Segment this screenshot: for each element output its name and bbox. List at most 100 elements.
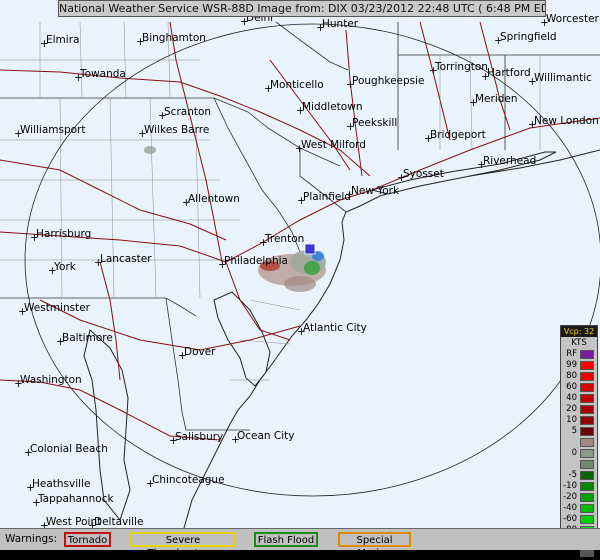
svg-text:New York: New York	[351, 185, 400, 197]
svg-text:Heathsville: Heathsville	[32, 478, 90, 490]
tornado-warning-button[interactable]: Tornado	[64, 532, 111, 547]
svg-text:York: York	[53, 261, 77, 273]
legend-swatch	[580, 493, 594, 502]
svg-text:West Milford: West Milford	[301, 139, 366, 151]
legend-swatch	[580, 460, 594, 469]
svg-text:Bridgeport: Bridgeport	[430, 129, 486, 141]
svg-text:Middletown: Middletown	[302, 101, 362, 113]
legend-label: -5	[568, 470, 577, 480]
legend-row: 80	[561, 371, 597, 382]
legend-label: 20	[566, 404, 577, 414]
legend-label: 0	[571, 448, 577, 458]
svg-text:New London: New London	[534, 115, 599, 127]
warnings-label: Warnings:	[5, 533, 58, 545]
svg-text:Springfield: Springfield	[500, 31, 557, 43]
svg-text:Tappahannock: Tappahannock	[37, 493, 114, 505]
svg-text:Meriden: Meriden	[475, 93, 518, 105]
legend-swatch	[580, 383, 594, 392]
svg-text:Trenton: Trenton	[264, 233, 304, 245]
svg-text:Hartford: Hartford	[487, 67, 531, 79]
legend-label: 80	[566, 371, 577, 381]
svg-text:Baltimore: Baltimore	[62, 332, 113, 344]
svg-text:Poughkeepsie: Poughkeepsie	[352, 75, 425, 87]
radar-site-icon	[304, 243, 316, 255]
svg-text:Hunter: Hunter	[322, 18, 359, 30]
flash-flood-warning-button[interactable]: Flash Flood	[254, 532, 318, 547]
legend-label: -60	[563, 514, 577, 524]
velocity-legend: Vcp: 32 KTS RF 99 80 60 40 20 10 5 0 -5 -10 -20 -40-…	[560, 325, 598, 557]
legend-label: 60	[566, 382, 577, 392]
legend-swatch	[580, 350, 594, 359]
legend-row: RF	[561, 349, 597, 360]
legend-swatch	[580, 427, 594, 436]
svg-text:Deltaville: Deltaville	[94, 516, 143, 528]
legend-label: 10	[566, 415, 577, 425]
legend-vcp: Vcp: 32	[561, 326, 597, 337]
legend-swatch	[580, 438, 594, 447]
legend-row: -10	[561, 481, 597, 492]
svg-text:Scranton: Scranton	[164, 106, 211, 118]
radar-viewer: + Delhi + Hunter + Worcester + Elmira + Binghamto…	[0, 0, 600, 559]
legend-swatch	[580, 482, 594, 491]
legend-label: 40	[566, 393, 577, 403]
radar-map[interactable]: +Delhi+Hunter +Worcester+Elmira +Binghamto…	[0, 0, 600, 528]
svg-text:Plainfield: Plainfield	[303, 191, 351, 203]
legend-row: -20	[561, 492, 597, 503]
svg-text:Peekskill: Peekskill	[352, 117, 397, 129]
special-marine-warning-button[interactable]: Special Marine	[338, 532, 411, 559]
legend-swatch	[580, 515, 594, 524]
svg-text:Towanda: Towanda	[79, 68, 126, 80]
svg-text:Wilkes Barre: Wilkes Barre	[144, 124, 209, 136]
image-title-bar: National Weather Service WSR-88D Image f…	[58, 0, 546, 17]
svg-text:Ocean City: Ocean City	[237, 430, 295, 442]
legend-swatch	[580, 372, 594, 381]
legend-swatch	[580, 416, 594, 425]
legend-swatch	[580, 361, 594, 370]
svg-text:Westminster: Westminster	[24, 302, 91, 314]
svg-text:Allentown: Allentown	[188, 193, 240, 205]
legend-rows: RF99806040201050-5-10-20-40-60-80-99ND	[561, 349, 597, 558]
legend-swatch	[580, 471, 594, 480]
legend-swatch	[580, 449, 594, 458]
legend-row: 0	[561, 448, 597, 459]
svg-text:Monticello: Monticello	[270, 79, 324, 91]
legend-row	[561, 437, 597, 448]
legend-row: 40	[561, 393, 597, 404]
legend-unit: KTS	[571, 338, 587, 348]
legend-row: -60	[561, 514, 597, 525]
svg-text:Worcester: Worcester	[546, 13, 600, 25]
legend-row: 5	[561, 426, 597, 437]
svg-text:Harrisburg: Harrisburg	[36, 228, 91, 240]
svg-text:Colonial Beach: Colonial Beach	[30, 443, 108, 455]
legend-label: 5	[571, 426, 577, 436]
svg-text:Dover: Dover	[184, 346, 216, 358]
svg-text:Lancaster: Lancaster	[100, 253, 152, 265]
svg-text:Philadelphia: Philadelphia	[224, 255, 288, 267]
legend-label: -40	[563, 503, 577, 513]
svg-text:Torrington: Torrington	[434, 61, 488, 73]
svg-text:Syosset: Syosset	[403, 168, 444, 180]
svg-text:Salisbury: Salisbury	[175, 431, 223, 443]
warnings-bar: Warnings: Tornado Severe Thunderstorm Fl…	[0, 528, 600, 559]
legend-row: 20	[561, 404, 597, 415]
severe-thunderstorm-warning-button[interactable]: Severe Thunderstorm	[130, 532, 236, 559]
svg-text:Atlantic City: Atlantic City	[303, 322, 367, 334]
svg-text:Riverhead: Riverhead	[483, 155, 536, 167]
legend-swatch	[580, 394, 594, 403]
legend-row: -40	[561, 503, 597, 514]
svg-text:Willimantic: Willimantic	[534, 72, 592, 84]
svg-text:Chincoteague: Chincoteague	[152, 474, 225, 486]
legend-row: 60	[561, 382, 597, 393]
svg-text:Elmira: Elmira	[46, 34, 79, 46]
legend-row: 99	[561, 360, 597, 371]
svg-text:Washington: Washington	[20, 374, 82, 386]
legend-row: -5	[561, 470, 597, 481]
legend-swatch	[580, 504, 594, 513]
city-deltaville: +Deltaville	[88, 516, 143, 528]
svg-text:Williamsport: Williamsport	[20, 124, 85, 136]
legend-label: -20	[563, 492, 577, 502]
legend-label: RF	[566, 349, 577, 359]
legend-row	[561, 459, 597, 470]
legend-label: 99	[566, 360, 577, 370]
svg-text:Binghamton: Binghamton	[142, 32, 206, 44]
